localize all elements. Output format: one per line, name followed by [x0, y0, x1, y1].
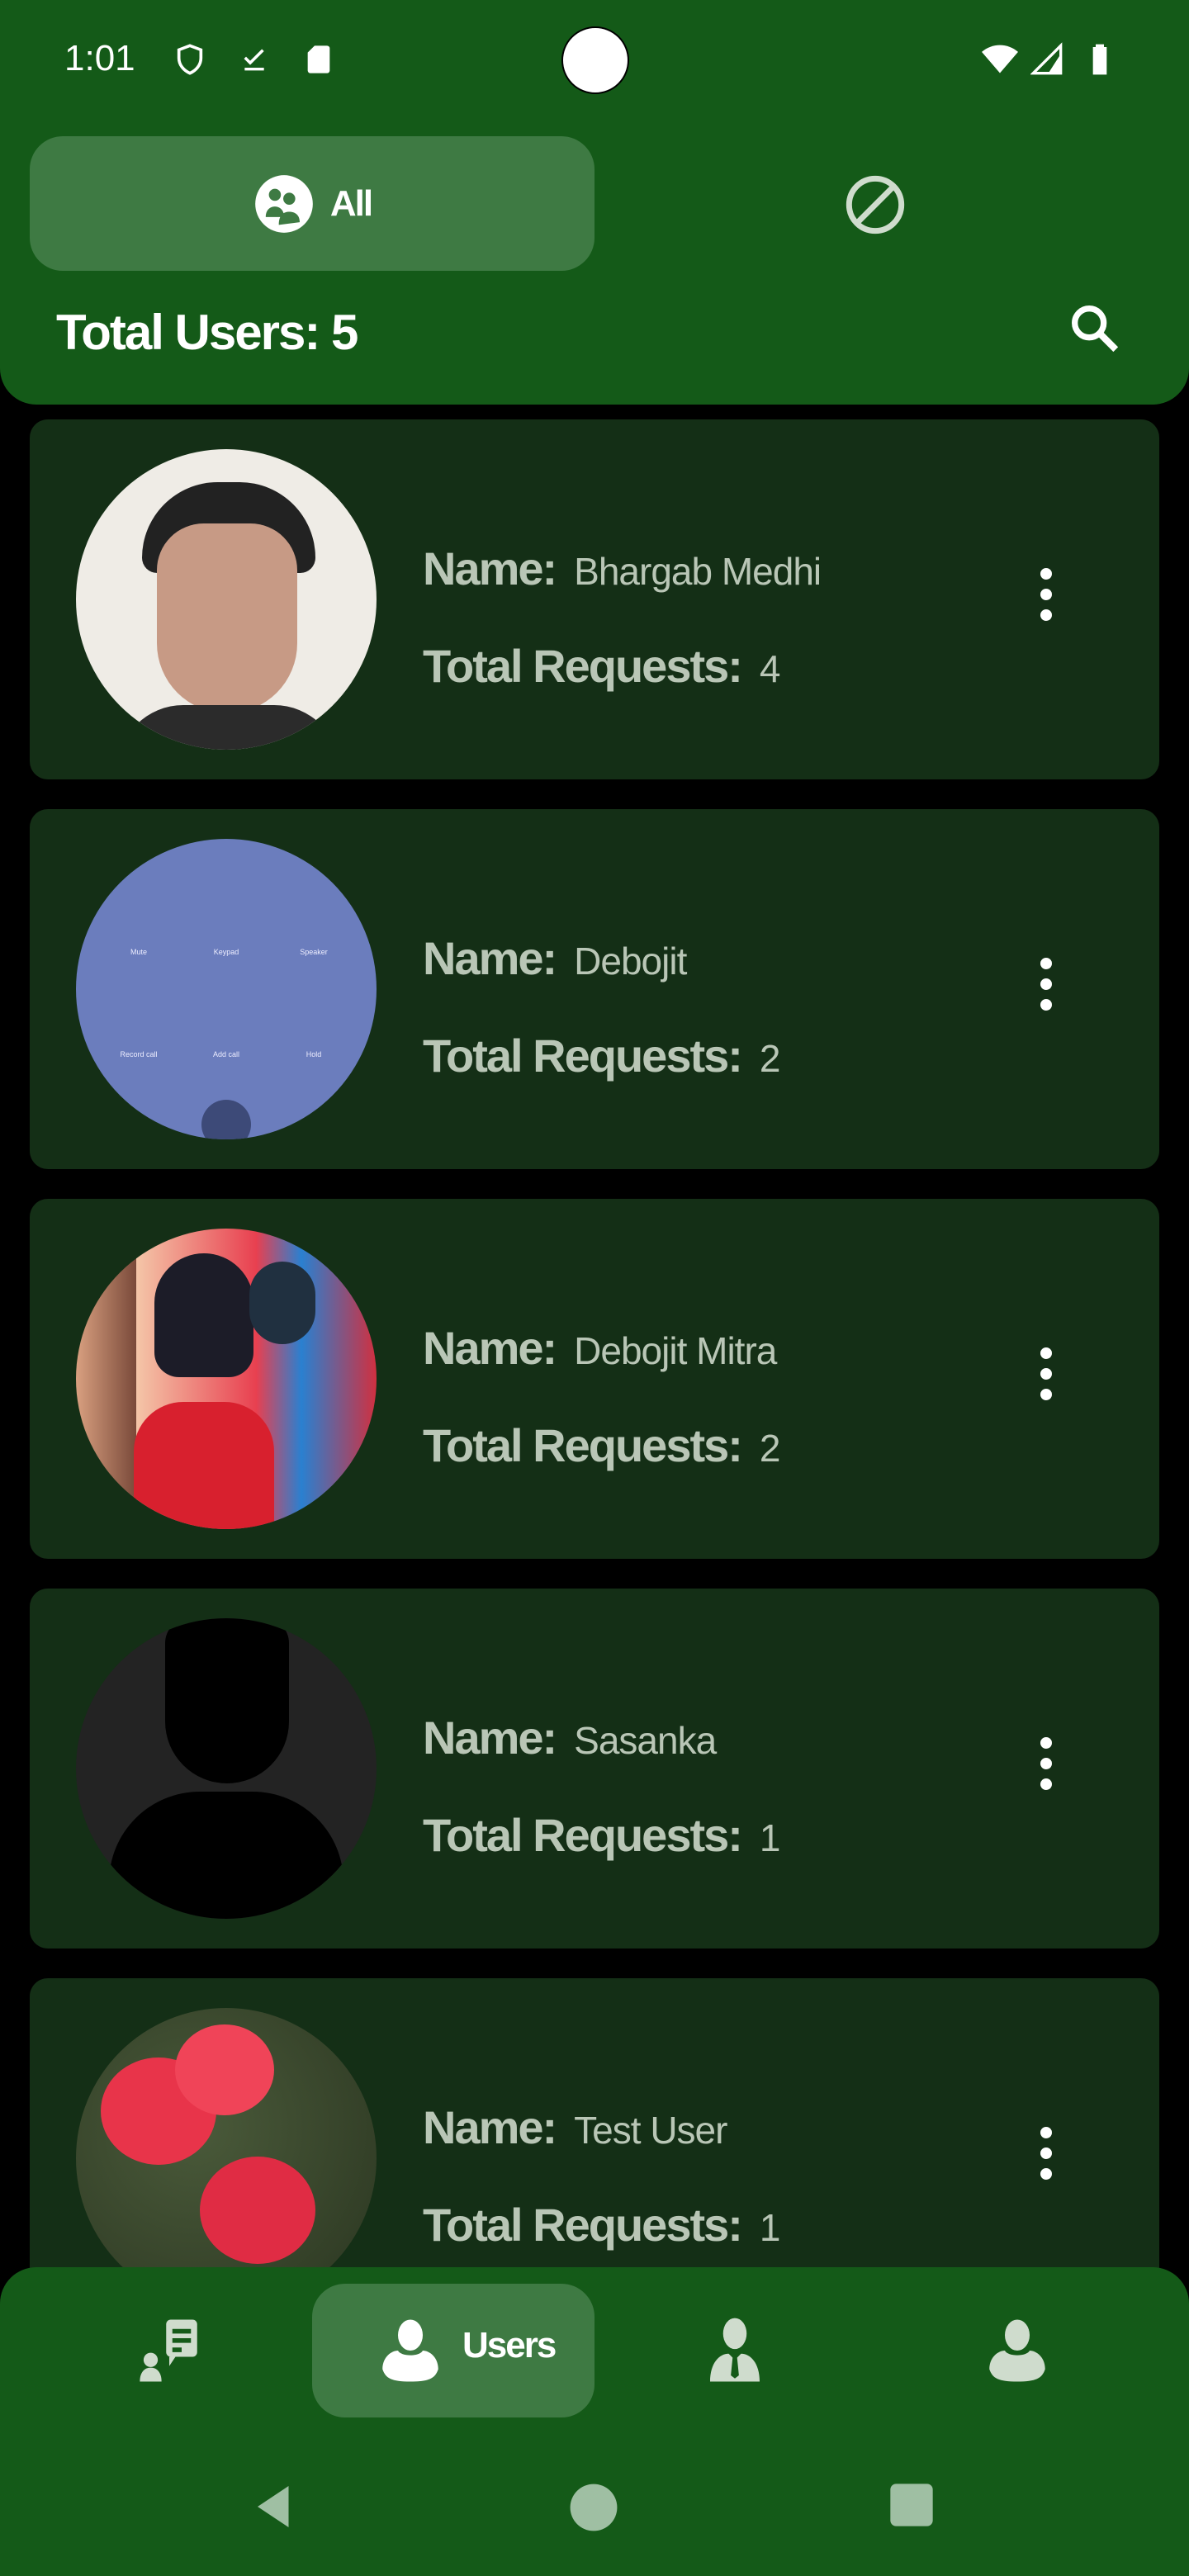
bottom-navigation: Users: [0, 2267, 1189, 2576]
wifi-icon: [982, 45, 1018, 73]
name-label: Name:: [423, 1712, 557, 1764]
sd-card-icon: [307, 45, 330, 73]
user-name: Sasanka: [574, 1719, 717, 1762]
name-label: Name:: [423, 932, 557, 984]
name-label: Name:: [423, 2101, 557, 2153]
name-label: Name:: [423, 542, 557, 594]
search-icon[interactable]: [1065, 299, 1123, 357]
nav-users-label: Users: [462, 2325, 557, 2365]
tab-all-label: All: [329, 182, 373, 224]
camera-cutout: [561, 26, 629, 94]
requests-label: Total Requests:: [423, 2199, 743, 2251]
requests-label: Total Requests:: [423, 640, 743, 692]
user-avatar: Mute Keypad Speaker Record call Add call…: [76, 839, 377, 1139]
user-card[interactable]: Mute Keypad Speaker Record call Add call…: [30, 809, 1159, 1169]
user-name: Test User: [574, 2109, 727, 2152]
tab-all[interactable]: All: [30, 136, 594, 271]
request-count: 4: [759, 647, 781, 690]
requests-label: Total Requests:: [423, 1030, 743, 1082]
back-button[interactable]: [249, 2482, 299, 2531]
group-icon: [255, 174, 313, 233]
requests-label: Total Requests:: [423, 1419, 743, 1471]
profile-icon[interactable]: [980, 2313, 1054, 2388]
block-icon[interactable]: [844, 173, 907, 236]
more-options-icon[interactable]: [1034, 2127, 1059, 2190]
user-avatar: [76, 449, 377, 750]
status-time: 1:01: [64, 38, 135, 78]
user-name: Debojit: [574, 940, 687, 983]
shield-icon: [177, 44, 203, 75]
user-name: Bhargab Medhi: [574, 550, 822, 593]
request-count: 1: [759, 2206, 781, 2249]
default-avatar-icon: [76, 1618, 377, 1919]
battery-icon: [1092, 44, 1107, 75]
home-button[interactable]: [568, 2482, 619, 2533]
download-done-icon: [244, 49, 264, 71]
more-options-icon[interactable]: [1034, 1737, 1059, 1800]
user-avatar: [76, 2008, 377, 2308]
total-users: Total Users: 5: [56, 305, 358, 360]
request-count: 2: [759, 1037, 781, 1080]
user-avatar: [76, 1229, 377, 1529]
user-name: Debojit Mitra: [574, 1329, 777, 1372]
signal-icon: [1030, 42, 1063, 75]
user-card[interactable]: Name: Bhargab Medhi Total Requests: 4: [30, 419, 1159, 779]
user-card[interactable]: Name: Sasanka Total Requests: 1: [30, 1589, 1159, 1949]
user-icon[interactable]: [373, 2313, 448, 2388]
recents-button[interactable]: [888, 2482, 935, 2528]
request-count: 2: [759, 1427, 781, 1470]
more-options-icon[interactable]: [1034, 1347, 1059, 1410]
status-bar: 1:01: [0, 0, 1189, 124]
top-app-bar: 1:01 All Total Users: 5: [0, 0, 1189, 405]
request-count: 1: [759, 1816, 781, 1859]
user-card[interactable]: Name: Debojit Mitra Total Requests: 2: [30, 1199, 1159, 1559]
business-person-icon[interactable]: [698, 2313, 772, 2388]
more-options-icon[interactable]: [1034, 958, 1059, 1020]
more-options-icon[interactable]: [1034, 568, 1059, 631]
requests-label: Total Requests:: [423, 1809, 743, 1861]
name-label: Name:: [423, 1322, 557, 1374]
chat-person-icon[interactable]: [132, 2313, 206, 2388]
